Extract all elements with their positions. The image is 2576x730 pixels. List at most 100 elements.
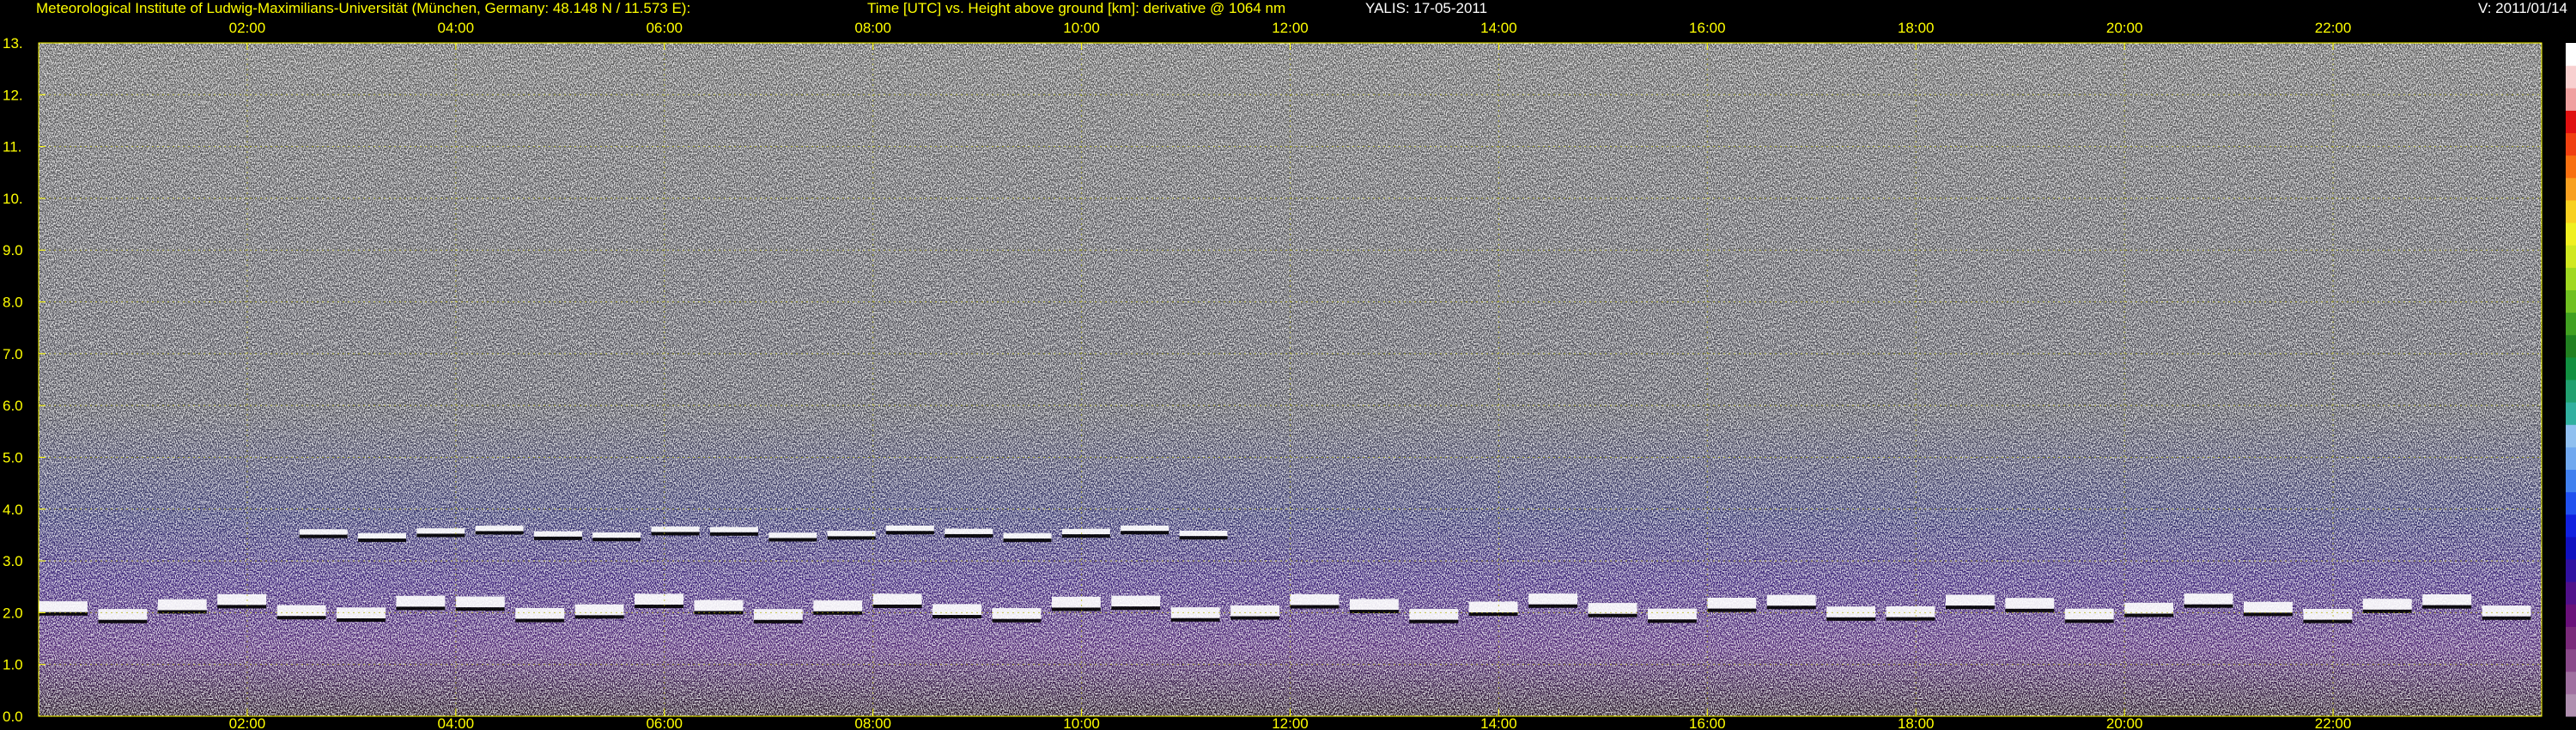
layer-segment (1290, 593, 1340, 605)
layer-shadow (945, 533, 993, 538)
colorbar-swatch (2566, 289, 2576, 313)
y-tick-label: 8.0 (3, 295, 23, 311)
layer-segment (2422, 593, 2472, 605)
layer-shadow (769, 538, 817, 542)
layer-shadow (992, 618, 1042, 623)
x-tick-label-bottom: 20:00 (2106, 715, 2143, 730)
layer-shadow (337, 618, 386, 623)
y-tick-label: 2.0 (3, 605, 23, 621)
colorbar-swatch (2566, 693, 2576, 717)
layer-shadow (533, 536, 582, 540)
layer-shadow (1945, 605, 1995, 610)
layer-segment (1468, 601, 1518, 613)
layer-segment (299, 529, 348, 535)
colorbar-swatch (2566, 110, 2576, 134)
layer-segment (709, 526, 758, 532)
colorbar-swatch (2566, 671, 2576, 695)
x-tick-label-top: 02:00 (229, 20, 266, 36)
layer-shadow (2064, 619, 2114, 624)
layer-segment (1528, 593, 1578, 605)
colorbar: 1.252.503.755.00 (2566, 43, 2576, 717)
x-tick-label-top: 04:00 (438, 20, 475, 36)
x-tick-label-top: 06:00 (646, 20, 683, 36)
layer-shadow (1409, 619, 1459, 624)
colorbar-swatch (2566, 222, 2576, 246)
layer-segment (769, 532, 817, 538)
layer-segment (872, 593, 922, 605)
layer-segment (157, 599, 207, 611)
layer-shadow (299, 534, 348, 538)
colorbar-swatch (2566, 469, 2576, 493)
layer-segment (1051, 596, 1101, 608)
layer-shadow (2243, 612, 2293, 617)
layer-segment (945, 528, 993, 534)
layer-shadow (357, 538, 406, 543)
colorbar-swatch (2566, 604, 2576, 627)
layer-shadow (98, 619, 148, 624)
layer-segment (1945, 594, 1995, 606)
layer-shadow (2184, 604, 2233, 608)
x-tick-label-top: 20:00 (2106, 20, 2143, 36)
layer-shadow (2422, 605, 2472, 609)
layer-segment (1886, 605, 1935, 617)
x-tick-label-top: 22:00 (2315, 20, 2352, 36)
colorbar-swatch (2566, 380, 2576, 403)
colorbar-swatch (2566, 581, 2576, 605)
layer-segment (635, 593, 683, 605)
layer-shadow (1230, 616, 1280, 620)
layer-shadow (276, 616, 326, 620)
layer-segment (455, 596, 505, 608)
x-tick-label-top: 16:00 (1689, 20, 1726, 36)
x-tick-label-bottom: 06:00 (646, 715, 683, 730)
layer-segment (1349, 599, 1399, 611)
colorbar-swatch (2566, 402, 2576, 425)
layer-segment (992, 608, 1042, 619)
x-tick-label-top: 14:00 (1480, 20, 1517, 36)
layer-shadow (455, 607, 505, 611)
y-tick-label: 11. (3, 139, 21, 155)
layer-shadow (1707, 608, 1757, 612)
colorbar-swatch (2566, 559, 2576, 582)
colorbar-swatch (2566, 356, 2576, 380)
x-tick-label-top: 12:00 (1272, 20, 1309, 36)
layer-shadow (1121, 531, 1170, 535)
layer-shadow (1766, 605, 1816, 610)
y-tick-label: 9.0 (3, 242, 23, 259)
layer-shadow (651, 532, 700, 536)
layer-shadow (574, 615, 624, 619)
layer-shadow (2482, 616, 2531, 620)
colorbar-swatch (2566, 648, 2576, 672)
layer-shadow (1111, 606, 1161, 611)
layer-shadow (2124, 613, 2174, 617)
layer-shadow (416, 533, 465, 538)
layer-segment (2005, 598, 2055, 609)
colorbar-swatch (2566, 199, 2576, 223)
colorbar-swatch (2566, 536, 2576, 560)
layer-shadow (1528, 604, 1578, 608)
layer-shadow (515, 618, 565, 623)
layer-segment (1707, 597, 1757, 609)
layer-segment (2184, 593, 2233, 605)
colorbar-swatch (2566, 88, 2576, 111)
layer-shadow (1826, 617, 1876, 621)
layer-shadow (635, 605, 683, 609)
layer-segment (2482, 605, 2531, 617)
colorbar-swatch (2566, 65, 2576, 88)
layer-segment (39, 601, 88, 612)
layer-segment (592, 532, 641, 538)
y-tick-label: 3.0 (3, 553, 23, 569)
layer-segment (2064, 608, 2114, 620)
layer-shadow (1647, 619, 1697, 624)
layer-segment (813, 600, 863, 611)
y-tick-label: 5.0 (3, 449, 23, 465)
colorbar-swatch (2566, 43, 2576, 66)
layer-shadow (872, 604, 922, 608)
colorbar-swatch (2566, 177, 2576, 201)
layer-segment (396, 595, 446, 607)
x-tick-label-top: 10:00 (1063, 20, 1100, 36)
x-tick-label-bottom: 10:00 (1063, 715, 1100, 730)
y-tick-label: 4.0 (3, 502, 23, 518)
layer-segment (1766, 594, 1816, 606)
y-tick-label: 6.0 (3, 398, 23, 414)
layer-segment (827, 531, 876, 537)
